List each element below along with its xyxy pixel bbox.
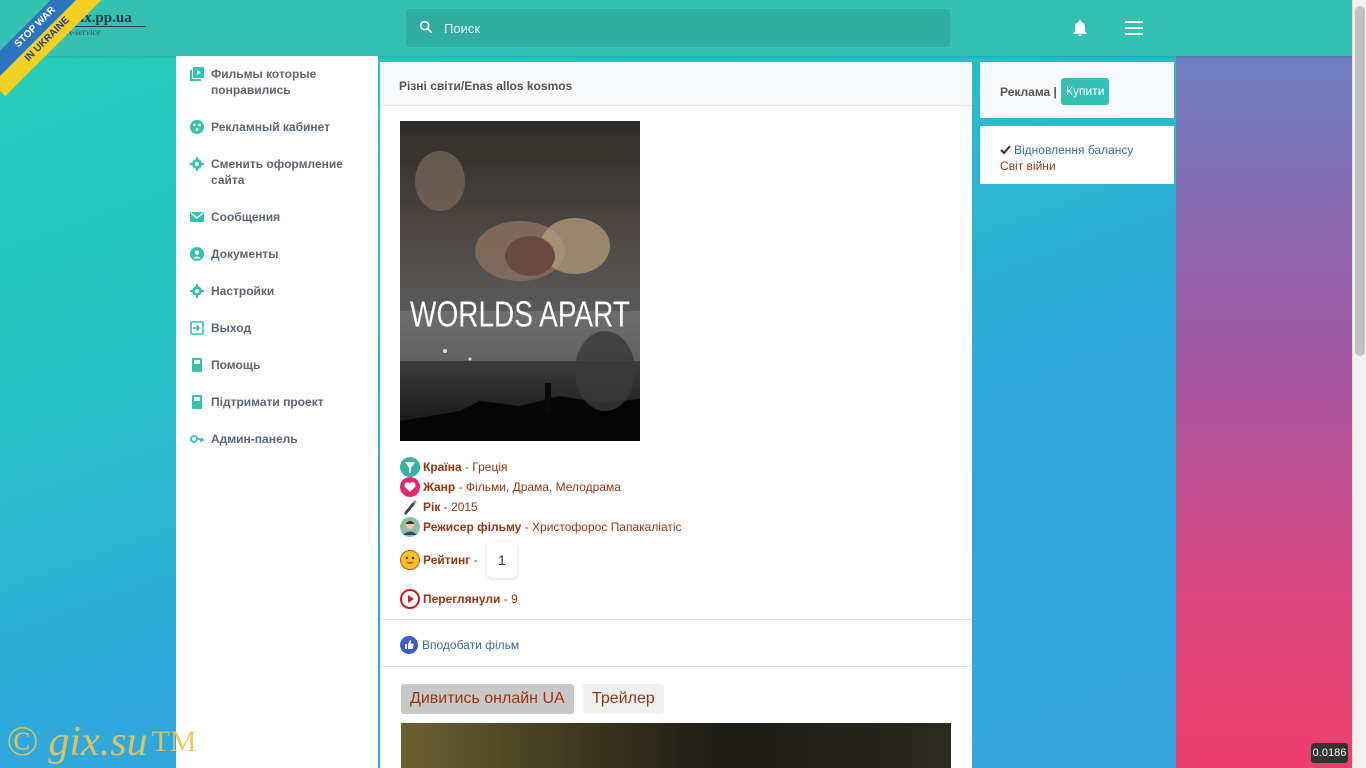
sidebar-item-support-project[interactable]: Підтримати проект [190, 394, 370, 410]
separator: - [440, 500, 452, 514]
search-icon [419, 20, 433, 34]
separator: - [455, 480, 466, 494]
sidebar-item-label: Помощь [211, 358, 261, 372]
sidebar-item-liked-films[interactable]: Фильмы которые понравились [190, 66, 370, 98]
sidebar-item-label: Фильмы которые понравились [211, 67, 317, 97]
rating-value[interactable]: 1 [486, 542, 517, 578]
buy-button[interactable]: Купити [1061, 78, 1110, 105]
heart-icon [400, 477, 420, 497]
watermark-tm: TM [151, 725, 197, 758]
account-icon [190, 247, 204, 261]
sidebar-item-messages[interactable]: Сообщения [190, 209, 370, 225]
views-label: Переглянули [423, 592, 501, 606]
balance-link-label: Відновлення балансу [1014, 143, 1134, 157]
views-value: 9 [511, 592, 518, 606]
divider [380, 666, 972, 667]
sidebar: Фильмы которые понравились Рекламный каб… [176, 56, 378, 768]
sidebar-item-label: Настройки [211, 284, 275, 298]
director-value[interactable]: Христофорос Папакаліатіс [532, 520, 682, 534]
scrollbar-thumb[interactable] [1355, 6, 1365, 356]
rating-row: Рейтинг - 1 [400, 542, 517, 578]
watermark: © gix.su TM [6, 718, 197, 766]
movie-poster[interactable]: WORLDS APART [400, 121, 640, 441]
menu-icon[interactable] [1124, 19, 1144, 37]
director-avatar-icon [400, 517, 420, 537]
war-link[interactable]: Світ війни [1000, 159, 1056, 173]
gear-icon [190, 284, 204, 298]
director-label[interactable]: Режисер фільму [423, 520, 521, 534]
bell-icon[interactable] [1070, 18, 1090, 38]
genre-row: Жанр - Фільми, Драма, Мелодрама [400, 477, 621, 497]
thumbs-up-icon [400, 636, 418, 654]
sidebar-item-change-theme[interactable]: Сменить оформление сайта [190, 156, 370, 188]
ads-label: Реклама | [1000, 85, 1057, 99]
country-icon [400, 457, 420, 477]
timing-counter: 0.0186 [1311, 743, 1348, 763]
play-icon [400, 589, 420, 609]
year-label[interactable]: Рік [423, 500, 440, 514]
book-icon [192, 395, 202, 409]
divider [380, 619, 972, 620]
separator: - [500, 592, 512, 606]
year-row: Рік - 2015 [400, 497, 478, 517]
check-icon [1000, 145, 1011, 155]
separator: - [470, 553, 481, 567]
country-label[interactable]: Країна [423, 460, 462, 474]
sidebar-item-settings[interactable]: Настройки [190, 283, 370, 299]
movie-header: Різні світи/Enas allos kosmos [380, 62, 972, 106]
film-list-icon [190, 67, 204, 81]
genre-label[interactable]: Жанр [423, 480, 455, 494]
sidebar-item-documents[interactable]: Документы [190, 246, 370, 262]
pen-icon [404, 500, 417, 515]
video-player[interactable] [401, 723, 951, 768]
director-row: Режисер фільму - Христофорос Папакаліаті… [400, 517, 682, 537]
sidebar-item-label: Сменить оформление сайта [211, 157, 343, 187]
sidebar-item-label: Рекламный кабинет [211, 120, 331, 134]
search-input[interactable] [444, 9, 934, 47]
rating-label: Рейтинг [423, 553, 471, 567]
sidebar-item-label: Підтримати проект [211, 395, 324, 409]
tab-watch-online[interactable]: Дивитись онлайн UA [401, 684, 574, 714]
page-scrollbar[interactable] [1352, 0, 1366, 768]
sidebar-item-label: Админ-панель [211, 432, 298, 446]
tab-trailer[interactable]: Трейлер [583, 684, 664, 714]
ads-icon [190, 120, 204, 134]
separator: - [521, 520, 533, 534]
balance-link[interactable]: Відновлення балансу [1000, 143, 1133, 157]
like-film-button[interactable]: Вподобати фільм [400, 636, 519, 654]
sidebar-item-label: Документы [211, 247, 279, 261]
sidebar-item-help[interactable]: Помощь [190, 357, 370, 373]
ads-box: Реклама | Купити [980, 62, 1174, 118]
movie-panel: Різні світи/Enas allos kosmos WORLDS APA… [380, 62, 972, 768]
movie-title: Різні світи/Enas allos kosmos [399, 79, 573, 93]
mail-icon [190, 212, 204, 222]
sidebar-item-label: Сообщения [211, 210, 281, 224]
sidebar-item-admin-panel[interactable]: Админ-панель [190, 431, 370, 447]
views-row: Переглянули - 9 [400, 589, 518, 609]
key-icon [190, 435, 204, 443]
smiley-icon [400, 550, 420, 570]
book-icon [192, 358, 202, 372]
year-value[interactable]: 2015 [451, 500, 478, 514]
watermark-text: © gix.su [6, 719, 148, 765]
poster-art: WORLDS APART [400, 121, 640, 441]
country-row: Країна - Греція [400, 457, 508, 477]
background-gradient-right [1176, 56, 1352, 768]
like-film-label: Вподобати фільм [422, 638, 520, 652]
poster-title: WORLDS APART [410, 294, 630, 334]
search-bar[interactable] [406, 9, 950, 47]
sidebar-item-logout[interactable]: Выход [190, 320, 370, 336]
genre-value[interactable]: Фільми, Драма, Мелодрама [466, 480, 621, 494]
sidebar-item-ad-cabinet[interactable]: Рекламный кабинет [190, 119, 370, 135]
logout-icon [190, 321, 204, 335]
top-bar: amix.pp.ua UA-service [0, 0, 1352, 56]
links-box: Відновлення балансу Світ війни [980, 126, 1174, 184]
country-value[interactable]: Греція [472, 460, 507, 474]
separator: - [461, 460, 473, 474]
sidebar-item-label: Выход [211, 321, 252, 335]
gear-icon [190, 157, 204, 171]
